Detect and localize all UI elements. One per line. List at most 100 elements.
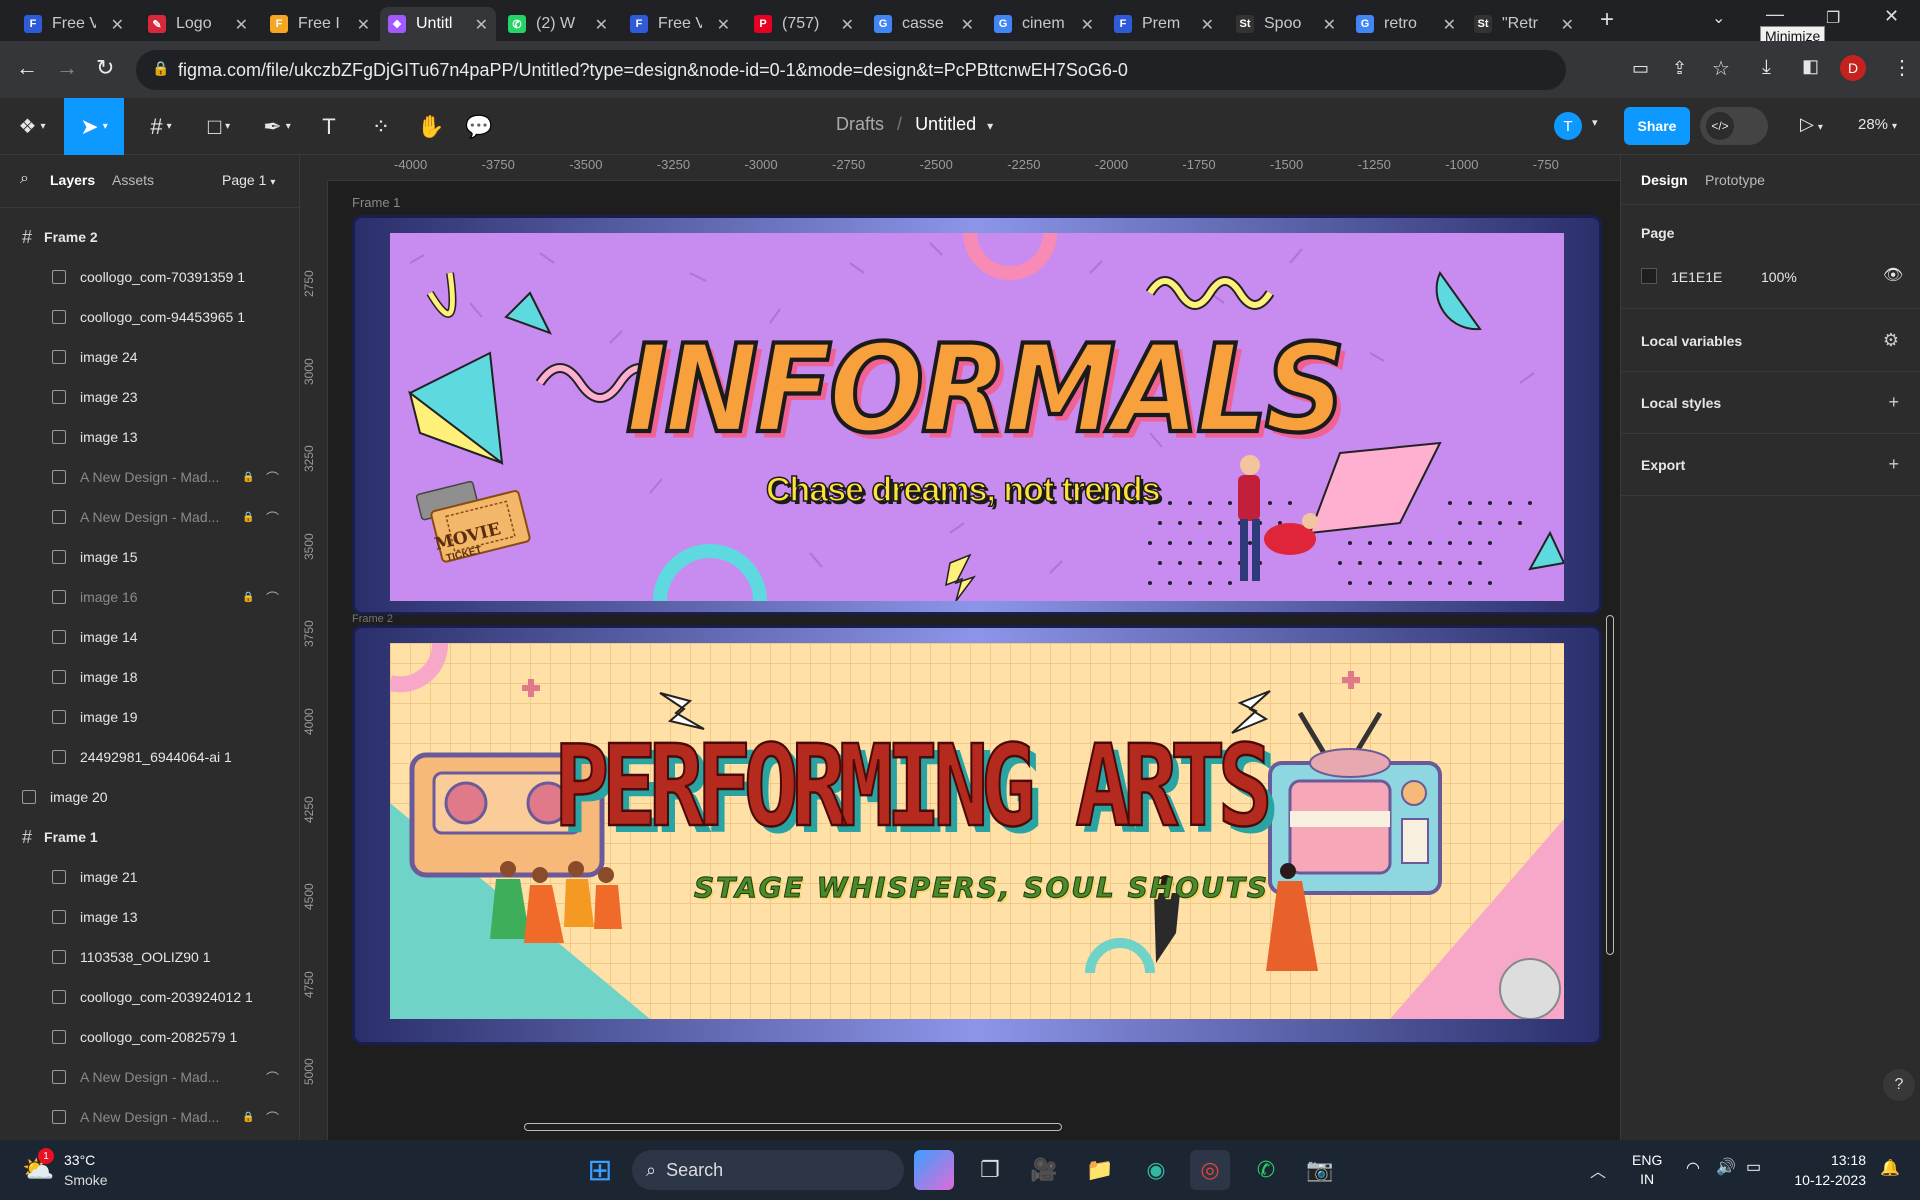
- layer-row[interactable]: image 13: [0, 897, 299, 937]
- variables-icon[interactable]: ⚙: [1883, 330, 1899, 351]
- chrome-icon[interactable]: ◎: [1190, 1150, 1230, 1190]
- close-window-icon[interactable]: ✕: [1884, 6, 1899, 27]
- visibility-eye-icon[interactable]: 👁: [1883, 265, 1903, 285]
- layer-row[interactable]: # Frame 1: [0, 817, 299, 857]
- new-tab-icon[interactable]: +: [1600, 6, 1614, 34]
- close-tab-icon[interactable]: ✕: [1561, 15, 1574, 35]
- language-indicator[interactable]: ENG IN: [1632, 1151, 1662, 1189]
- banner-performing-arts-border[interactable]: PERFORMING ARTS STAGE WHISPERS, SOUL SHO…: [352, 625, 1602, 1045]
- file-name[interactable]: Untitled: [915, 114, 976, 134]
- side-panel-icon[interactable]: ◧: [1802, 56, 1819, 77]
- layers-search-icon[interactable]: ⌕: [20, 170, 29, 188]
- tab-assets[interactable]: Assets: [112, 172, 154, 188]
- banner-informals-border[interactable]: MOVIE TICKET INFORMALS Chase dreams, not…: [352, 215, 1602, 615]
- move-tool-icon[interactable]: ➤ ▾: [64, 98, 124, 155]
- layer-row[interactable]: coollogo_com-2082579 1: [0, 1017, 299, 1057]
- comment-tool-icon[interactable]: 💬: [462, 98, 496, 155]
- browser-tab[interactable]: ✆ (2) W ✕: [500, 7, 616, 41]
- layer-row[interactable]: image 21: [0, 857, 299, 897]
- restore-icon[interactable]: ❐: [1826, 8, 1840, 28]
- tray-chevron-icon[interactable]: ︿: [1590, 1158, 1606, 1182]
- layer-row[interactable]: coollogo_com-94453965 1: [0, 297, 299, 337]
- lock-icon[interactable]: 🔒: [242, 472, 254, 483]
- panel-section[interactable]: Local variables ⚙: [1621, 310, 1920, 372]
- edge-icon[interactable]: ◉: [1136, 1150, 1176, 1190]
- layer-row[interactable]: image 14: [0, 617, 299, 657]
- battery-icon[interactable]: ▭: [1746, 1157, 1761, 1177]
- layer-row[interactable]: A New Design - Mad... 🔒 ⌒: [0, 497, 299, 537]
- hidden-eye-icon[interactable]: ⌒: [266, 588, 279, 607]
- shape-tool-icon[interactable]: □ ▾: [194, 98, 244, 155]
- file-explorer-icon[interactable]: 📁: [1080, 1150, 1120, 1190]
- bg-color-swatch[interactable]: [1641, 268, 1657, 284]
- camera-icon[interactable]: 📷: [1300, 1150, 1340, 1190]
- browser-tab[interactable]: ❖ Untitl ✕: [380, 7, 496, 41]
- layer-row[interactable]: # Frame 2: [0, 217, 299, 257]
- layer-row[interactable]: image 20: [0, 777, 299, 817]
- frame-label[interactable]: Frame 1: [352, 195, 400, 210]
- close-tab-icon[interactable]: ✕: [475, 15, 488, 35]
- tab-design[interactable]: Design: [1641, 172, 1688, 188]
- browser-tab[interactable]: Gretro ✕: [1348, 7, 1464, 41]
- close-tab-icon[interactable]: ✕: [1443, 15, 1456, 35]
- page-selector[interactable]: Page 1 ▾: [222, 172, 275, 188]
- plus-icon[interactable]: +: [1888, 454, 1899, 475]
- browser-tab[interactable]: St "Retr ✕: [1466, 7, 1582, 41]
- close-tab-icon[interactable]: ✕: [1081, 15, 1094, 35]
- browser-tab[interactable]: F Free I ✕: [262, 7, 378, 41]
- tab-layers[interactable]: Layers: [50, 172, 95, 188]
- resources-tool-icon[interactable]: ⁘: [364, 98, 398, 155]
- layer-row[interactable]: 1103538_OOLIZ90 1: [0, 937, 299, 977]
- figma-main-menu-icon[interactable]: ❖ ▾: [8, 98, 56, 155]
- panel-section[interactable]: Local styles +: [1621, 372, 1920, 434]
- pen-tool-icon[interactable]: ✒ ▾: [252, 98, 302, 155]
- tab-prototype[interactable]: Prototype: [1705, 172, 1765, 188]
- layer-row[interactable]: image 15: [0, 537, 299, 577]
- close-tab-icon[interactable]: ✕: [595, 15, 608, 35]
- layer-row[interactable]: A New Design - Mad... 🔒 ⌒: [0, 457, 299, 497]
- browser-tab[interactable]: ✎ Logo ✕: [140, 7, 256, 41]
- frame-tool-icon[interactable]: # ▾: [136, 98, 186, 155]
- teams-icon[interactable]: 🎥: [1024, 1150, 1064, 1190]
- close-tab-icon[interactable]: ✕: [841, 15, 854, 35]
- tab-search-icon[interactable]: ⌄: [1712, 8, 1725, 28]
- frame-label[interactable]: Frame 2: [352, 613, 393, 625]
- weather-desc[interactable]: Smoke: [64, 1172, 108, 1188]
- close-tab-icon[interactable]: ✕: [717, 15, 730, 35]
- profile-avatar[interactable]: D: [1840, 55, 1866, 81]
- layer-row[interactable]: image 16 🔒 ⌒: [0, 577, 299, 617]
- user-avatar[interactable]: T: [1554, 112, 1582, 140]
- layer-row[interactable]: image 24: [0, 337, 299, 377]
- layer-row[interactable]: 24492981_6944064-ai 1: [0, 737, 299, 777]
- bookmark-star-icon[interactable]: ☆: [1712, 56, 1730, 81]
- download-icon[interactable]: ⤓: [1762, 56, 1771, 79]
- task-view-icon[interactable]: ❐: [970, 1150, 1010, 1190]
- whatsapp-taskbar-icon[interactable]: ✆: [1246, 1150, 1286, 1190]
- weather-temp[interactable]: 33°C: [64, 1152, 95, 1168]
- page-action-icon[interactable]: ▭: [1632, 58, 1649, 79]
- notification-bell-icon[interactable]: 🔔: [1880, 1158, 1900, 1178]
- clock[interactable]: 13:18 10-12-2023: [1784, 1150, 1866, 1190]
- taskbar-search[interactable]: ⌕ Search: [632, 1150, 904, 1190]
- minimize-icon[interactable]: —: [1766, 4, 1784, 25]
- horizontral-scrollbar[interactable]: [524, 1123, 1062, 1131]
- chrome-menu-icon[interactable]: ⋮: [1892, 55, 1912, 80]
- hidden-eye-icon[interactable]: ⌒: [266, 468, 279, 487]
- bg-color-hex[interactable]: 1E1E1E: [1671, 269, 1722, 285]
- close-tab-icon[interactable]: ✕: [111, 15, 124, 35]
- zoom-level[interactable]: 28% ▾: [1858, 116, 1897, 133]
- url-bar[interactable]: 🔒 figma.com/file/ukczbZFgDjGITu67n4paPP/…: [136, 50, 1566, 90]
- hand-tool-icon[interactable]: ✋: [414, 98, 448, 155]
- layer-row[interactable]: A New Design - Mad... 🔒 ⌒: [0, 1097, 299, 1137]
- text-tool-icon[interactable]: T: [312, 98, 346, 155]
- hidden-eye-icon[interactable]: ⌒: [266, 1068, 279, 1087]
- plus-icon[interactable]: +: [1888, 392, 1899, 413]
- layer-row[interactable]: image 18: [0, 657, 299, 697]
- close-tab-icon[interactable]: ✕: [961, 15, 974, 35]
- close-tab-icon[interactable]: ✕: [235, 15, 248, 35]
- hidden-eye-icon[interactable]: ⌒: [266, 1108, 279, 1127]
- layer-row[interactable]: coollogo_com-70391359 1: [0, 257, 299, 297]
- browser-tab[interactable]: F Free V ✕: [16, 7, 132, 41]
- share-page-icon[interactable]: ⇪: [1672, 58, 1687, 79]
- back-icon[interactable]: ←: [16, 55, 38, 81]
